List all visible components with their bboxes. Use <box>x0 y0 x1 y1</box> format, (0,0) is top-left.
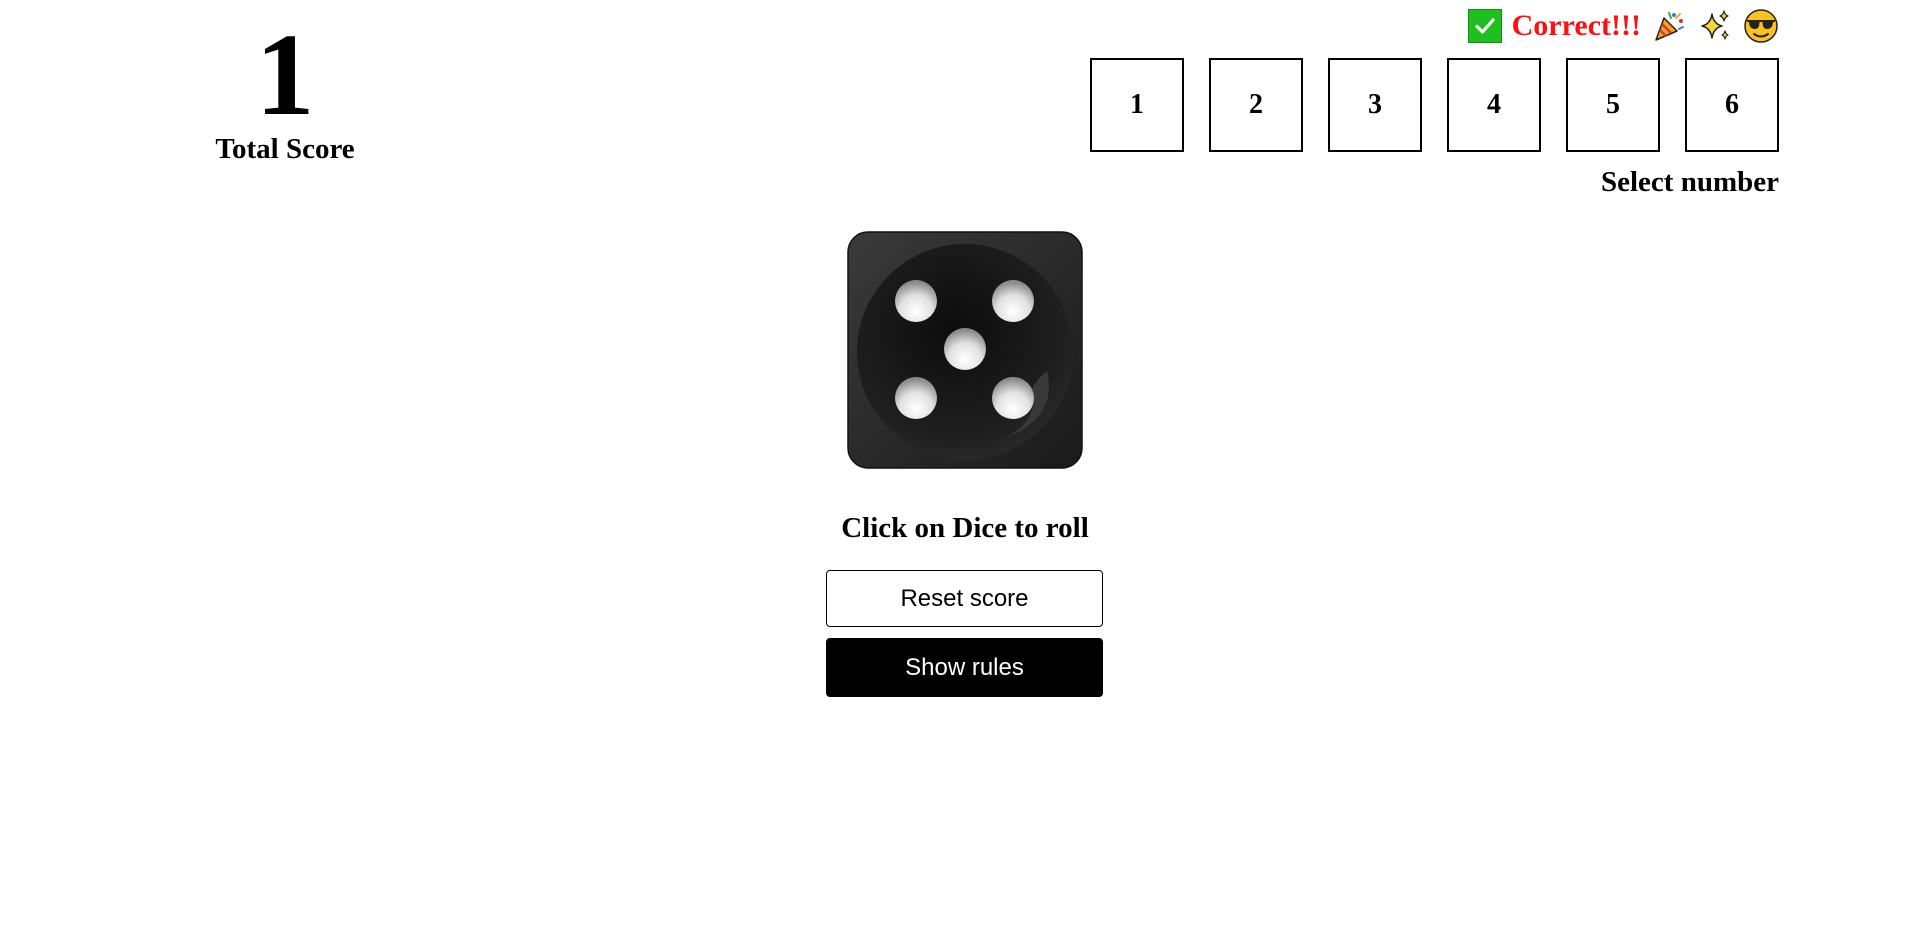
total-score-label: Total Score <box>215 133 355 165</box>
dice-five-icon <box>847 231 1083 469</box>
party-popper-icon <box>1651 8 1687 44</box>
total-score-value: 1 <box>255 9 315 140</box>
number-option-6[interactable]: 6 <box>1685 58 1779 152</box>
number-option-5[interactable]: 5 <box>1566 58 1660 152</box>
select-number-label: Select number <box>1601 166 1779 198</box>
roll-instruction: Click on Dice to roll <box>841 512 1089 544</box>
number-option-4[interactable]: 4 <box>1447 58 1541 152</box>
dice-game-page: 1 Total Score Correct!!! 1 2 3 4 5 6 Sel… <box>0 0 1917 931</box>
sparkles-icon <box>1697 8 1733 44</box>
check-mark-icon <box>1467 9 1502 43</box>
feedback-text: Correct!!! <box>1511 9 1641 42</box>
dice-button[interactable] <box>847 231 1083 469</box>
number-selector: 1 2 3 4 5 6 <box>1090 58 1779 152</box>
show-rules-button[interactable]: Show rules <box>826 638 1103 697</box>
number-option-2[interactable]: 2 <box>1209 58 1303 152</box>
reset-score-button[interactable]: Reset score <box>826 570 1103 627</box>
total-score-panel: 1 Total Score <box>205 9 365 166</box>
number-option-1[interactable]: 1 <box>1090 58 1184 152</box>
sunglasses-face-icon <box>1743 8 1779 44</box>
number-option-3[interactable]: 3 <box>1328 58 1422 152</box>
result-feedback: Correct!!! <box>1467 6 1779 46</box>
